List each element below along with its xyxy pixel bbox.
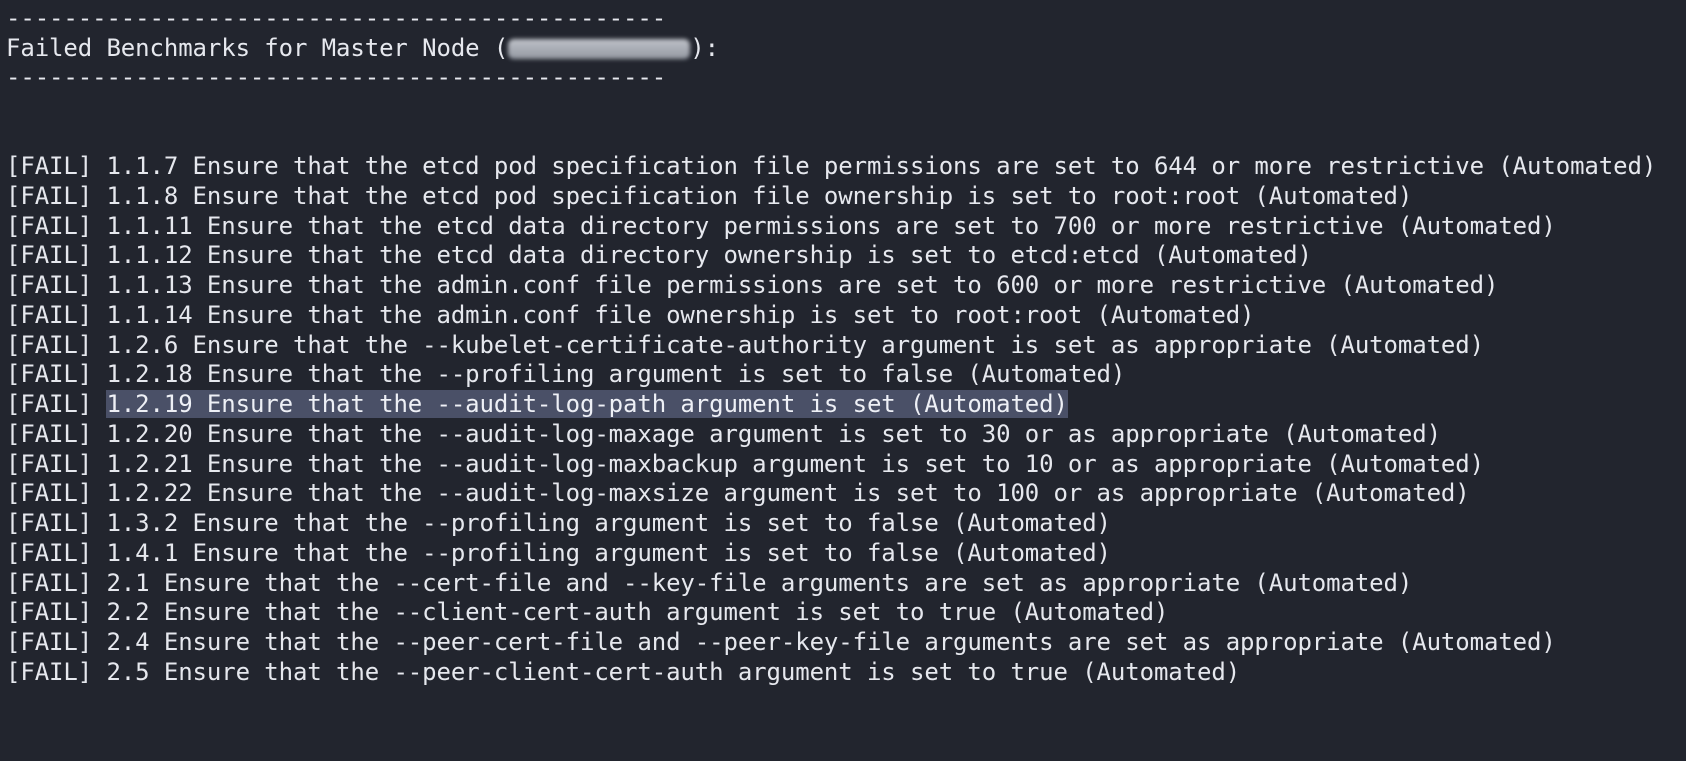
benchmark-text: 2.5 Ensure that the --peer-client-cert-a… — [106, 657, 1241, 686]
benchmark-text: 1.1.11 Ensure that the etcd data directo… — [106, 211, 1556, 240]
fail-tag: [FAIL] — [6, 152, 107, 180]
fail-result-line: [FAIL] 1.2.6 Ensure that the --kubelet-c… — [6, 329, 1484, 361]
fail-tag: [FAIL] — [6, 479, 107, 508]
redacted-ip-address — [508, 39, 691, 59]
benchmark-text: 1.3.2 Ensure that the --profiling argume… — [106, 509, 1111, 537]
benchmark-text: 1.4.1 Ensure that the --profiling argume… — [106, 538, 1111, 567]
fail-tag: [FAIL] — [6, 568, 107, 597]
benchmark-text: 2.1 Ensure that the --cert-file and --ke… — [106, 568, 1413, 597]
fail-result-line: [FAIL] 2.5 Ensure that the --peer-client… — [6, 656, 1240, 688]
benchmark-text: 2.4 Ensure that the --peer-cert-file and… — [106, 628, 1556, 656]
fail-result-line: [FAIL] 1.4.1 Ensure that the --profiling… — [6, 537, 1111, 569]
fail-result-line: [FAIL] 1.1.14 Ensure that the admin.conf… — [6, 299, 1255, 331]
benchmark-text: 1.1.7 Ensure that the etcd pod specifica… — [106, 152, 1657, 180]
selected-benchmark-text: 1.2.19 Ensure that the --audit-log-path … — [106, 390, 1068, 418]
fail-result-line: [FAIL] 2.4 Ensure that the --peer-cert-f… — [6, 626, 1556, 658]
fail-tag: [FAIL] — [6, 211, 107, 240]
fail-tag: [FAIL] — [6, 449, 107, 478]
fail-result-line: [FAIL] 1.2.22 Ensure that the --audit-lo… — [6, 477, 1470, 509]
fail-tag: [FAIL] — [6, 241, 107, 270]
divider-top: ----------------------------------------… — [6, 4, 667, 32]
fail-tag: [FAIL] — [6, 390, 107, 418]
fail-tag: [FAIL] — [6, 657, 107, 686]
fail-result-line: [FAIL] 1.1.8 Ensure that the etcd pod sp… — [6, 180, 1412, 212]
header-suffix: ): — [690, 34, 719, 62]
fail-tag: [FAIL] — [6, 538, 107, 567]
fail-result-line: [FAIL] 2.2 Ensure that the --client-cert… — [6, 596, 1168, 628]
fail-tag: [FAIL] — [6, 181, 107, 210]
benchmark-text: 2.2 Ensure that the --client-cert-auth a… — [106, 598, 1169, 627]
header-prefix: Failed Benchmarks for Master Node ( — [6, 34, 509, 62]
fail-result-line: [FAIL] 1.2.19 Ensure that the --audit-lo… — [6, 388, 1068, 420]
fail-result-line: [FAIL] 1.2.20 Ensure that the --audit-lo… — [6, 418, 1441, 450]
benchmark-text: 1.2.6 Ensure that the --kubelet-certific… — [106, 330, 1484, 359]
benchmark-text: 1.2.20 Ensure that the --audit-log-maxag… — [106, 419, 1441, 448]
benchmark-text: 1.1.14 Ensure that the admin.conf file o… — [106, 300, 1255, 329]
fail-tag: [FAIL] — [6, 330, 107, 359]
terminal-output[interactable]: ----------------------------------------… — [0, 0, 1686, 761]
divider-bottom: ----------------------------------------… — [6, 63, 667, 91]
benchmark-text: 1.2.21 Ensure that the --audit-log-maxba… — [106, 449, 1484, 478]
benchmark-text: 1.2.22 Ensure that the --audit-log-maxsi… — [106, 479, 1470, 508]
benchmark-text: 1.2.18 Ensure that the --profiling argum… — [106, 360, 1126, 389]
section-header: Failed Benchmarks for Master Node (): — [6, 32, 719, 64]
fail-result-line: [FAIL] 1.2.21 Ensure that the --audit-lo… — [6, 448, 1484, 480]
fail-result-line: [FAIL] 1.1.7 Ensure that the etcd pod sp… — [6, 150, 1656, 182]
benchmark-text: 1.1.12 Ensure that the etcd data directo… — [106, 241, 1312, 270]
fail-tag: [FAIL] — [6, 419, 107, 448]
fail-result-line: [FAIL] 1.1.12 Ensure that the etcd data … — [6, 239, 1312, 271]
benchmark-text: 1.1.8 Ensure that the etcd pod specifica… — [106, 181, 1413, 210]
fail-result-line: [FAIL] 1.1.11 Ensure that the etcd data … — [6, 210, 1556, 242]
fail-tag: [FAIL] — [6, 300, 107, 329]
fail-result-line: [FAIL] 1.3.2 Ensure that the --profiling… — [6, 507, 1111, 539]
fail-result-line: [FAIL] 1.2.18 Ensure that the --profilin… — [6, 358, 1125, 390]
fail-tag: [FAIL] — [6, 509, 107, 537]
fail-tag: [FAIL] — [6, 598, 107, 627]
fail-result-line: [FAIL] 1.1.13 Ensure that the admin.conf… — [6, 269, 1498, 301]
fail-tag: [FAIL] — [6, 360, 107, 389]
benchmark-text: 1.1.13 Ensure that the admin.conf file p… — [106, 271, 1499, 299]
fail-result-line: [FAIL] 2.1 Ensure that the --cert-file a… — [6, 567, 1412, 599]
fail-tag: [FAIL] — [6, 628, 107, 656]
fail-tag: [FAIL] — [6, 271, 107, 299]
